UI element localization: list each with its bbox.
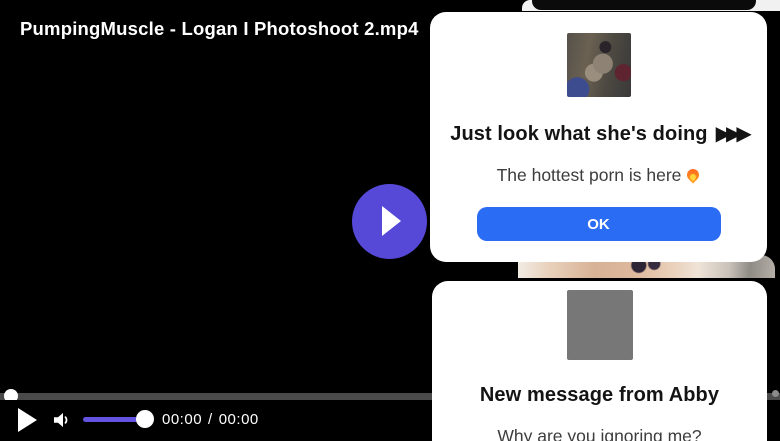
video-page: PumpingMuscle - Logan I Photoshoot 2.mp4… [0, 0, 780, 441]
popup-thumbnail-image[interactable] [566, 290, 633, 360]
triple-arrow-icon: ▶▶▶ [715, 121, 752, 145]
popup-heading-text: Just look what she's doing [450, 123, 708, 145]
ok-button[interactable]: OK [476, 207, 721, 241]
sidebar-top-banner [522, 0, 780, 11]
popup-thumbnail-image[interactable] [566, 33, 631, 97]
current-time: 00:00 [162, 411, 203, 428]
scrollbar-thumb[interactable] [772, 390, 779, 397]
popup-message: Why are you ignoring me? [497, 426, 702, 441]
fire-emoji-icon [686, 166, 700, 183]
volume-button[interactable] [50, 408, 74, 432]
popup-heading: Just look what she's doing ▶▶▶ [430, 121, 767, 146]
volume-slider[interactable] [83, 410, 154, 428]
ad-popup-primary[interactable]: Just look what she's doing ▶▶▶ The hottes… [430, 12, 767, 262]
video-title: PumpingMuscle - Logan I Photoshoot 2.mp4 [20, 18, 419, 39]
sidebar-top-banner-bar [532, 0, 756, 10]
popup-message-text: The hottest porn is here [496, 165, 682, 185]
big-play-button[interactable] [352, 184, 427, 259]
play-button[interactable] [18, 408, 37, 432]
time-display: 00:00 / 00:00 [162, 411, 259, 428]
time-separator: / [208, 411, 213, 428]
play-icon [382, 206, 401, 236]
speaker-icon [54, 413, 68, 427]
popup-heading: New message from Abby [479, 384, 720, 406]
duration: 00:00 [218, 411, 259, 428]
popup-message: The hottest porn is here [430, 165, 767, 186]
volume-slider-thumb[interactable] [136, 410, 154, 428]
ad-popup-secondary[interactable]: New message from Abby Why are you ignori… [432, 281, 767, 441]
